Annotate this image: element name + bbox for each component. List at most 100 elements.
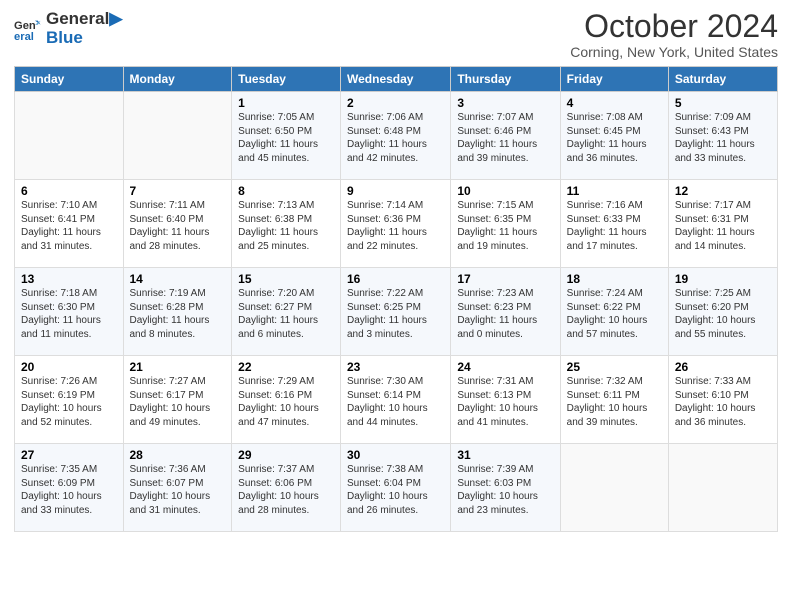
calendar-cell: 25Sunrise: 7:32 AMSunset: 6:11 PMDayligh… <box>560 356 668 444</box>
day-number: 19 <box>675 272 771 286</box>
day-number: 15 <box>238 272 334 286</box>
day-info: Sunrise: 7:18 AMSunset: 6:30 PMDaylight:… <box>21 287 117 341</box>
calendar-cell: 23Sunrise: 7:30 AMSunset: 6:14 PMDayligh… <box>341 356 451 444</box>
day-info: Sunrise: 7:30 AMSunset: 6:14 PMDaylight:… <box>347 375 444 429</box>
day-number: 13 <box>21 272 117 286</box>
logo-icon: Gen eral <box>14 15 42 43</box>
col-saturday: Saturday <box>668 67 777 92</box>
day-info: Sunrise: 7:38 AMSunset: 6:04 PMDaylight:… <box>347 463 444 517</box>
day-info: Sunrise: 7:17 AMSunset: 6:31 PMDaylight:… <box>675 199 771 253</box>
calendar-cell: 13Sunrise: 7:18 AMSunset: 6:30 PMDayligh… <box>15 268 124 356</box>
day-number: 23 <box>347 360 444 374</box>
location: Corning, New York, United States <box>570 44 778 60</box>
day-info: Sunrise: 7:05 AMSunset: 6:50 PMDaylight:… <box>238 111 334 165</box>
day-number: 10 <box>457 184 553 198</box>
day-info: Sunrise: 7:35 AMSunset: 6:09 PMDaylight:… <box>21 463 117 517</box>
logo-general: General▶ <box>46 10 122 29</box>
calendar-cell <box>560 444 668 532</box>
calendar-cell: 6Sunrise: 7:10 AMSunset: 6:41 PMDaylight… <box>15 180 124 268</box>
day-info: Sunrise: 7:11 AMSunset: 6:40 PMDaylight:… <box>130 199 226 253</box>
day-info: Sunrise: 7:10 AMSunset: 6:41 PMDaylight:… <box>21 199 117 253</box>
day-info: Sunrise: 7:25 AMSunset: 6:20 PMDaylight:… <box>675 287 771 341</box>
calendar-cell: 30Sunrise: 7:38 AMSunset: 6:04 PMDayligh… <box>341 444 451 532</box>
title-block: October 2024 Corning, New York, United S… <box>570 10 778 60</box>
calendar-cell: 14Sunrise: 7:19 AMSunset: 6:28 PMDayligh… <box>123 268 232 356</box>
calendar-cell: 2Sunrise: 7:06 AMSunset: 6:48 PMDaylight… <box>341 92 451 180</box>
day-number: 14 <box>130 272 226 286</box>
day-info: Sunrise: 7:19 AMSunset: 6:28 PMDaylight:… <box>130 287 226 341</box>
day-info: Sunrise: 7:07 AMSunset: 6:46 PMDaylight:… <box>457 111 553 165</box>
calendar-cell: 8Sunrise: 7:13 AMSunset: 6:38 PMDaylight… <box>232 180 341 268</box>
calendar-cell: 5Sunrise: 7:09 AMSunset: 6:43 PMDaylight… <box>668 92 777 180</box>
day-info: Sunrise: 7:37 AMSunset: 6:06 PMDaylight:… <box>238 463 334 517</box>
calendar-cell: 10Sunrise: 7:15 AMSunset: 6:35 PMDayligh… <box>451 180 560 268</box>
header-row: Sunday Monday Tuesday Wednesday Thursday… <box>15 67 778 92</box>
day-number: 22 <box>238 360 334 374</box>
col-wednesday: Wednesday <box>341 67 451 92</box>
calendar-cell: 15Sunrise: 7:20 AMSunset: 6:27 PMDayligh… <box>232 268 341 356</box>
day-number: 9 <box>347 184 444 198</box>
day-info: Sunrise: 7:24 AMSunset: 6:22 PMDaylight:… <box>567 287 662 341</box>
day-info: Sunrise: 7:39 AMSunset: 6:03 PMDaylight:… <box>457 463 553 517</box>
calendar-cell <box>123 92 232 180</box>
svg-text:Gen: Gen <box>14 20 36 32</box>
header: Gen eral General▶ Blue October 2024 Corn… <box>14 10 778 60</box>
day-info: Sunrise: 7:27 AMSunset: 6:17 PMDaylight:… <box>130 375 226 429</box>
calendar-cell: 27Sunrise: 7:35 AMSunset: 6:09 PMDayligh… <box>15 444 124 532</box>
day-number: 29 <box>238 448 334 462</box>
day-number: 8 <box>238 184 334 198</box>
calendar-cell <box>15 92 124 180</box>
day-number: 11 <box>567 184 662 198</box>
calendar-cell: 7Sunrise: 7:11 AMSunset: 6:40 PMDaylight… <box>123 180 232 268</box>
calendar-cell: 18Sunrise: 7:24 AMSunset: 6:22 PMDayligh… <box>560 268 668 356</box>
day-number: 6 <box>21 184 117 198</box>
calendar-cell: 19Sunrise: 7:25 AMSunset: 6:20 PMDayligh… <box>668 268 777 356</box>
calendar-cell: 12Sunrise: 7:17 AMSunset: 6:31 PMDayligh… <box>668 180 777 268</box>
day-number: 16 <box>347 272 444 286</box>
calendar-cell: 21Sunrise: 7:27 AMSunset: 6:17 PMDayligh… <box>123 356 232 444</box>
calendar-cell: 22Sunrise: 7:29 AMSunset: 6:16 PMDayligh… <box>232 356 341 444</box>
day-info: Sunrise: 7:29 AMSunset: 6:16 PMDaylight:… <box>238 375 334 429</box>
day-info: Sunrise: 7:31 AMSunset: 6:13 PMDaylight:… <box>457 375 553 429</box>
col-friday: Friday <box>560 67 668 92</box>
day-number: 18 <box>567 272 662 286</box>
day-info: Sunrise: 7:33 AMSunset: 6:10 PMDaylight:… <box>675 375 771 429</box>
calendar-cell: 11Sunrise: 7:16 AMSunset: 6:33 PMDayligh… <box>560 180 668 268</box>
calendar-cell: 24Sunrise: 7:31 AMSunset: 6:13 PMDayligh… <box>451 356 560 444</box>
day-number: 2 <box>347 96 444 110</box>
day-info: Sunrise: 7:26 AMSunset: 6:19 PMDaylight:… <box>21 375 117 429</box>
calendar-week-2: 6Sunrise: 7:10 AMSunset: 6:41 PMDaylight… <box>15 180 778 268</box>
calendar-cell: 28Sunrise: 7:36 AMSunset: 6:07 PMDayligh… <box>123 444 232 532</box>
day-number: 26 <box>675 360 771 374</box>
calendar-cell: 1Sunrise: 7:05 AMSunset: 6:50 PMDaylight… <box>232 92 341 180</box>
day-info: Sunrise: 7:36 AMSunset: 6:07 PMDaylight:… <box>130 463 226 517</box>
day-number: 21 <box>130 360 226 374</box>
col-sunday: Sunday <box>15 67 124 92</box>
day-info: Sunrise: 7:13 AMSunset: 6:38 PMDaylight:… <box>238 199 334 253</box>
calendar-cell: 3Sunrise: 7:07 AMSunset: 6:46 PMDaylight… <box>451 92 560 180</box>
logo-blue: Blue <box>46 29 122 48</box>
day-info: Sunrise: 7:20 AMSunset: 6:27 PMDaylight:… <box>238 287 334 341</box>
day-number: 25 <box>567 360 662 374</box>
day-number: 12 <box>675 184 771 198</box>
logo: Gen eral General▶ Blue <box>14 10 122 47</box>
day-info: Sunrise: 7:23 AMSunset: 6:23 PMDaylight:… <box>457 287 553 341</box>
day-number: 24 <box>457 360 553 374</box>
day-number: 31 <box>457 448 553 462</box>
day-number: 28 <box>130 448 226 462</box>
calendar-week-3: 13Sunrise: 7:18 AMSunset: 6:30 PMDayligh… <box>15 268 778 356</box>
calendar-cell: 29Sunrise: 7:37 AMSunset: 6:06 PMDayligh… <box>232 444 341 532</box>
day-number: 27 <box>21 448 117 462</box>
day-info: Sunrise: 7:09 AMSunset: 6:43 PMDaylight:… <box>675 111 771 165</box>
logo-text-block: General▶ Blue <box>46 10 122 47</box>
calendar-cell: 17Sunrise: 7:23 AMSunset: 6:23 PMDayligh… <box>451 268 560 356</box>
day-number: 20 <box>21 360 117 374</box>
page-container: Gen eral General▶ Blue October 2024 Corn… <box>0 0 792 540</box>
day-number: 5 <box>675 96 771 110</box>
calendar-cell <box>668 444 777 532</box>
day-number: 1 <box>238 96 334 110</box>
calendar-week-5: 27Sunrise: 7:35 AMSunset: 6:09 PMDayligh… <box>15 444 778 532</box>
calendar-cell: 20Sunrise: 7:26 AMSunset: 6:19 PMDayligh… <box>15 356 124 444</box>
day-number: 17 <box>457 272 553 286</box>
day-info: Sunrise: 7:06 AMSunset: 6:48 PMDaylight:… <box>347 111 444 165</box>
